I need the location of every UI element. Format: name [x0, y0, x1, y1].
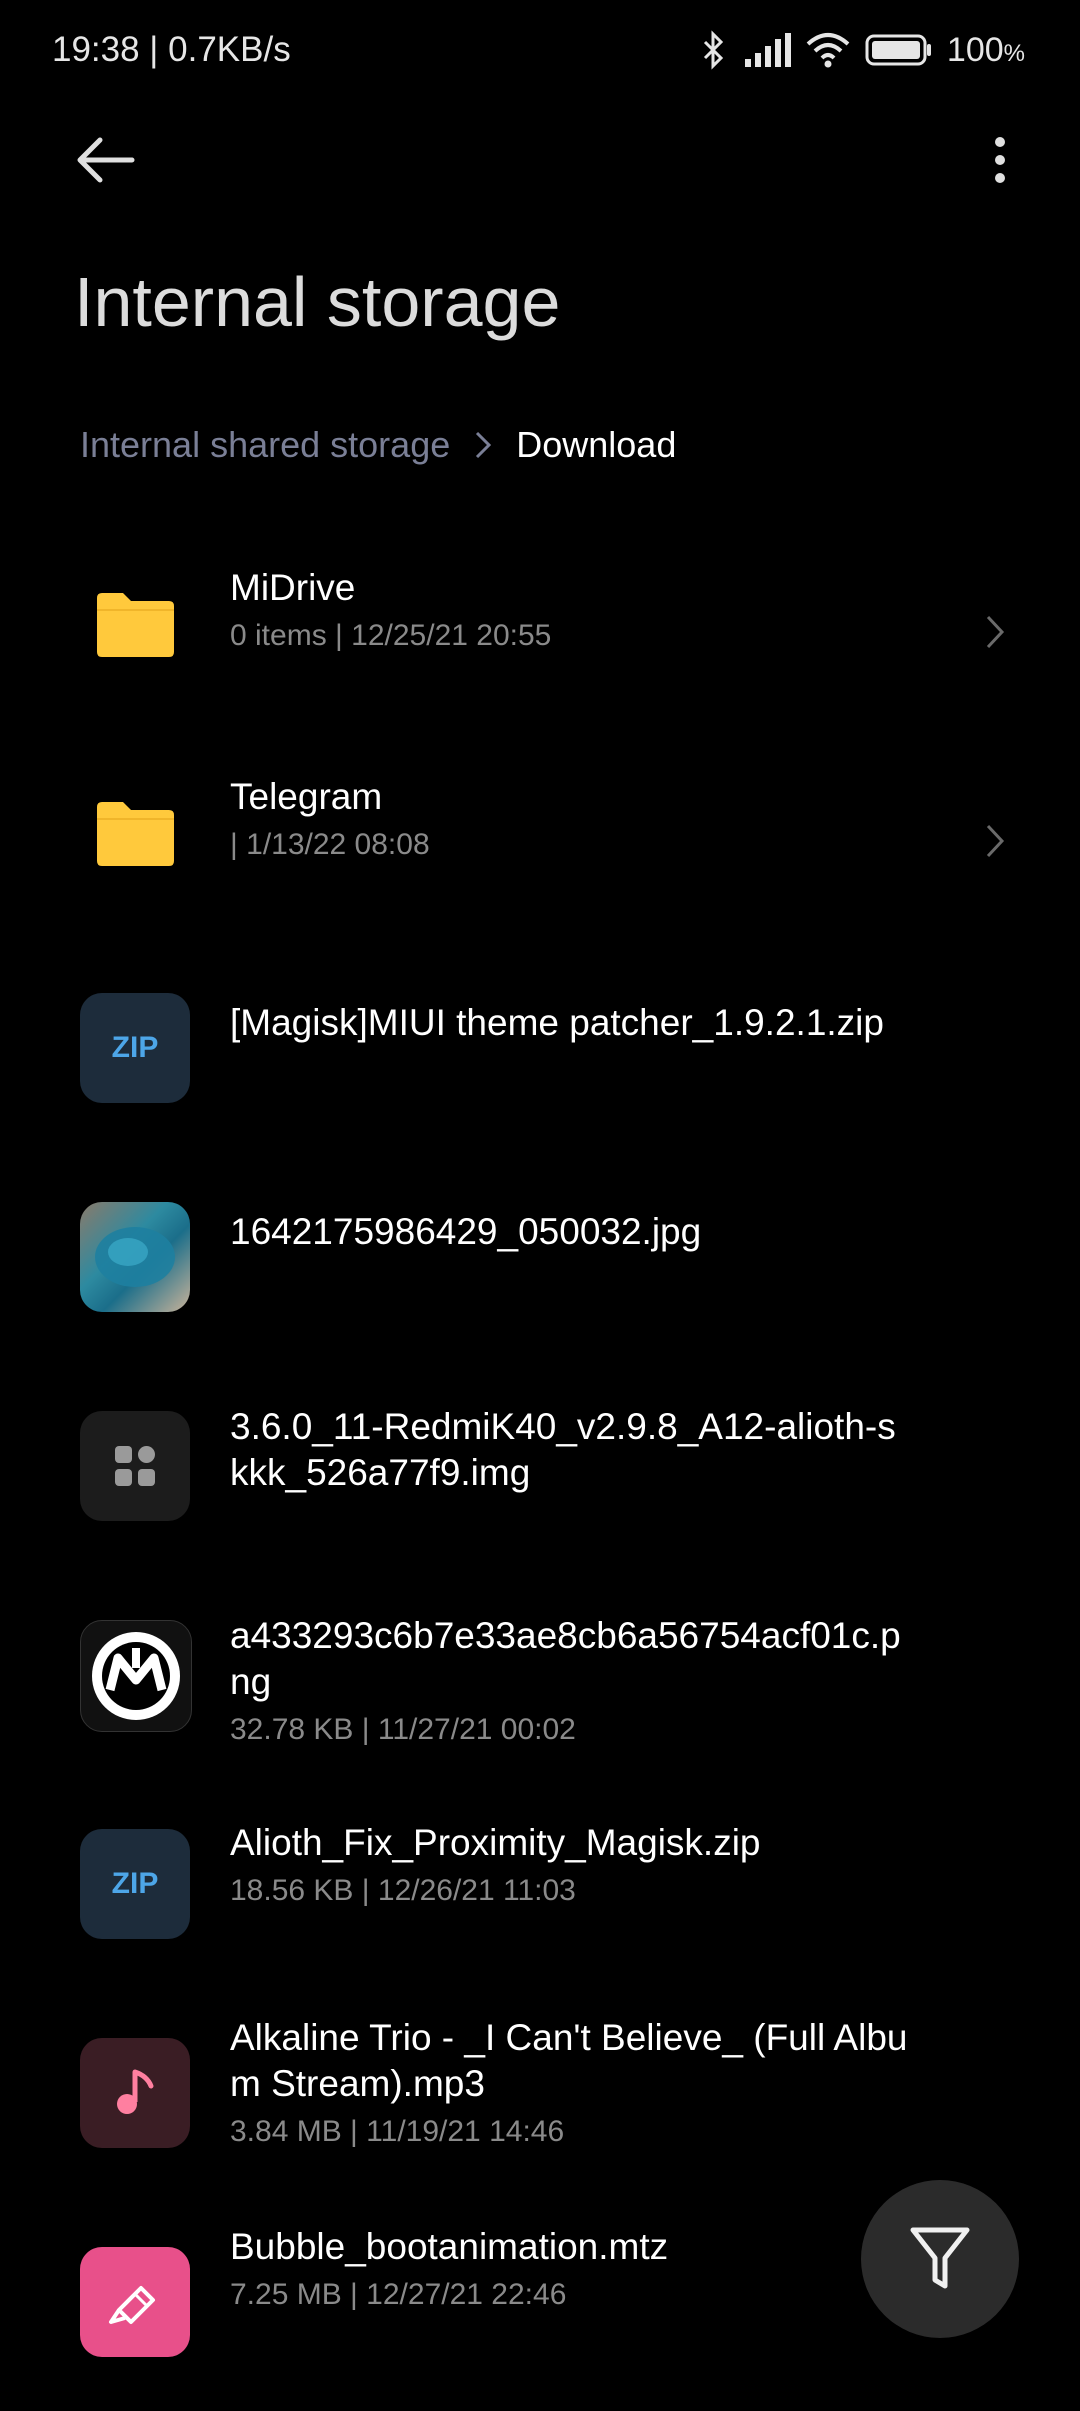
file-name: Bubble_bootanimation.mtz	[230, 2226, 669, 2267]
bluetooth-icon	[699, 30, 729, 70]
status-time: 19:38 | 0.7KB/s	[52, 30, 291, 69]
more-options-button[interactable]	[980, 130, 1020, 190]
chevron-right-icon	[980, 821, 1010, 861]
page-title: Internal storage	[74, 263, 561, 341]
chevron-right-icon	[980, 612, 1010, 652]
file-meta: 18.56 KB | 12/26/21 11:03	[230, 1874, 576, 1907]
list-item[interactable]: Telegram | 1/13/22 08:08	[0, 739, 1080, 948]
list-item[interactable]: 3.6.0_11-RedmiK40_v2.9.8_A12-alioth-skkk…	[0, 1366, 1080, 1575]
theme-brush-icon	[80, 2247, 190, 2357]
file-name: [Magisk]MIUI theme patcher_1.9.2.1.zip	[230, 1002, 884, 1043]
file-list: MiDrive 0 items | 12/25/21 20:55 Telegra…	[0, 530, 1080, 2411]
list-item[interactable]: Alkaline Trio - _I Can't Believe_ (Full …	[0, 1993, 1080, 2202]
folder-icon	[80, 779, 190, 889]
breadcrumb-root[interactable]: Internal shared storage	[80, 424, 450, 466]
file-name: 3.6.0_11-RedmiK40_v2.9.8_A12-alioth-skkk…	[230, 1406, 896, 1493]
file-name: Alioth_Fix_Proximity_Magisk.zip	[230, 1822, 761, 1863]
breadcrumb: Internal shared storage Download	[80, 424, 676, 466]
list-item[interactable]: ZIP [Magisk]MIUI theme patcher_1.9.2.1.z…	[0, 948, 1080, 1157]
disk-image-icon	[80, 1411, 190, 1521]
filter-icon	[910, 2227, 970, 2289]
file-meta: 7.25 MB | 12/27/21 22:46	[230, 2278, 567, 2311]
file-meta: | 1/13/22 08:08	[230, 828, 430, 861]
image-thumbnail	[80, 1202, 190, 1312]
status-icons: 100%	[699, 30, 1025, 70]
folder-icon	[80, 570, 190, 680]
arrow-left-icon	[77, 137, 135, 183]
breadcrumb-current[interactable]: Download	[516, 424, 676, 466]
battery-percent: 100%	[946, 30, 1025, 69]
zip-file-icon: ZIP	[80, 1829, 190, 1939]
list-item[interactable]: MiDrive 0 items | 12/25/21 20:55	[0, 530, 1080, 739]
app-bar	[0, 118, 1080, 202]
wifi-icon	[805, 32, 851, 68]
file-name: Telegram	[230, 776, 383, 817]
signal-icon	[743, 33, 791, 67]
status-bar: 19:38 | 0.7KB/s 100%	[0, 0, 1080, 105]
image-thumbnail	[80, 1620, 192, 1732]
file-meta: 3.84 MB | 11/19/21 14:46	[230, 2115, 565, 2148]
list-item[interactable]: 1642175986429_050032.jpg	[0, 1157, 1080, 1366]
chevron-right-icon	[474, 430, 492, 460]
list-item[interactable]: a433293c6b7e33ae8cb6a56754acf01c.png 32.…	[0, 1575, 1080, 1784]
list-item[interactable]: ZIP Alioth_Fix_Proximity_Magisk.zip 18.5…	[0, 1784, 1080, 1993]
zip-file-icon: ZIP	[80, 993, 190, 1103]
back-button[interactable]	[70, 130, 140, 190]
music-note-icon	[80, 2038, 190, 2148]
file-name: Alkaline Trio - _I Can't Believe_ (Full …	[230, 2017, 908, 2104]
file-name: 1642175986429_050032.jpg	[230, 1211, 702, 1252]
file-name: a433293c6b7e33ae8cb6a56754acf01c.png	[230, 1615, 901, 1702]
more-vertical-icon	[995, 137, 1005, 183]
battery-icon	[865, 34, 933, 66]
file-name: MiDrive	[230, 567, 356, 608]
file-meta: 32.78 KB | 11/27/21 00:02	[230, 1713, 576, 1746]
file-meta: 0 items | 12/25/21 20:55	[230, 619, 552, 652]
filter-button[interactable]	[861, 2180, 1019, 2338]
